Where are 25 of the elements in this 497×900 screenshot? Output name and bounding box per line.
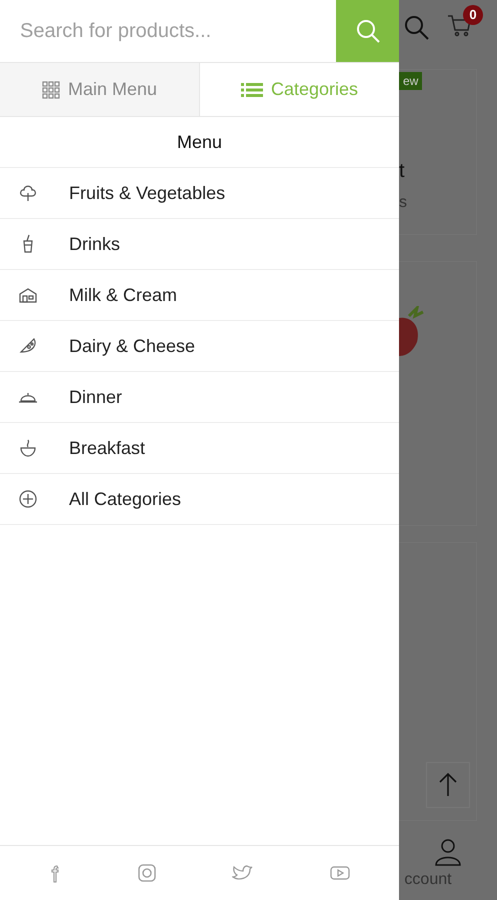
list-icon [240,80,263,98]
account-label: ccount [404,871,452,890]
grid-icon [42,80,60,98]
new-badge: ew [399,72,422,90]
cart-count: 0 [463,4,483,25]
account-icon[interactable] [433,837,463,868]
search-button[interactable] [336,0,399,62]
plus-circle-icon [18,489,38,509]
video-icon[interactable] [329,864,352,882]
bowl-icon [18,438,38,458]
category-item[interactable]: Drinks [0,219,399,270]
tree-icon [18,183,38,203]
product-title: t [399,160,405,183]
category-item[interactable]: Milk & Cream [0,270,399,321]
category-item[interactable]: Dairy & Cheese [0,321,399,372]
search-icon[interactable] [403,14,431,42]
search-icon [354,18,380,44]
category-item[interactable]: Fruits & Vegetables [0,168,399,219]
menu-heading: Menu [176,132,222,152]
scroll-top-button[interactable] [426,762,470,808]
arrow-up-icon [438,772,458,798]
category-item[interactable]: Dinner [0,372,399,423]
category-item[interactable]: All Categories [0,474,399,525]
instagram-icon[interactable] [136,863,157,883]
product-price: s [399,194,407,212]
